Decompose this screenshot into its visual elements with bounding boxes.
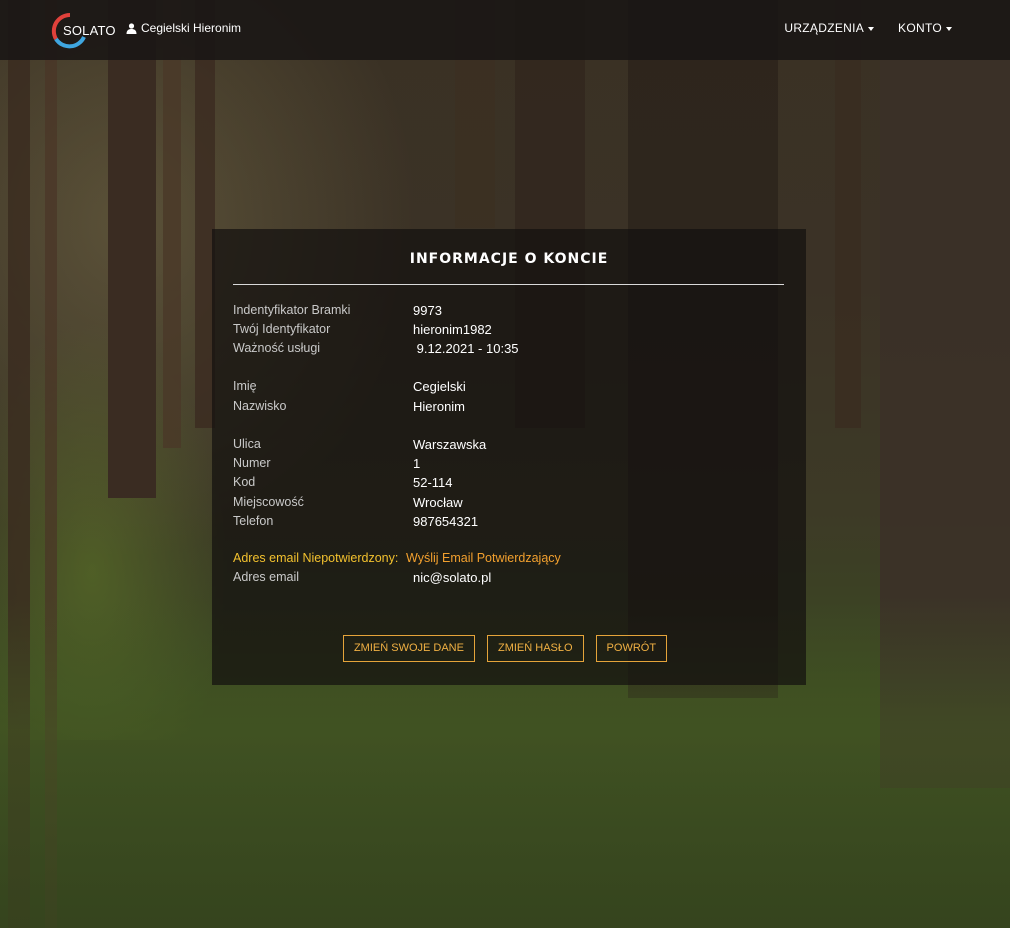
field-number: Numer 1	[233, 456, 784, 474]
field-street: Ulica Warszawska	[233, 437, 784, 455]
nav-item-devices-label: URZĄDZENIA	[784, 21, 865, 35]
field-email: Adres email nic@solato.pl	[233, 570, 784, 588]
field-label: Telefon	[233, 514, 274, 528]
user-menu[interactable]: Cegielski Hieronim	[126, 21, 241, 35]
email-unconfirmed-row: Adres email Niepotwierdzony: Wyślij Emai…	[233, 551, 784, 569]
caret-down-icon	[868, 26, 875, 31]
nav-menu: URZĄDZENIA KONTO	[784, 21, 952, 35]
back-button[interactable]: POWRÓT	[595, 635, 668, 662]
field-value: Wrocław	[413, 495, 463, 510]
tree-trunk	[835, 0, 861, 428]
nav-item-account[interactable]: KONTO	[898, 21, 952, 35]
tree-trunk	[163, 0, 181, 448]
send-confirmation-email-link[interactable]: Wyślij Email Potwierdzający	[406, 551, 561, 565]
field-service-validity: Ważność usługi 9.12.2021 - 10:35	[233, 341, 784, 359]
field-value: 9973	[413, 303, 442, 318]
panel-title: INFORMACJE O KONCIE	[409, 251, 609, 267]
email-unconfirmed-label: Adres email Niepotwierdzony:	[233, 551, 399, 565]
field-city: Miejscowość Wrocław	[233, 495, 784, 513]
field-gateway-id: Indentyfikator Bramki 9973	[233, 303, 784, 321]
field-value: Hieronim	[413, 399, 466, 414]
field-value: Warszawska	[413, 437, 487, 452]
field-label: Imię	[233, 379, 257, 393]
title-divider	[233, 284, 784, 285]
nav-item-devices[interactable]: URZĄDZENIA	[784, 21, 875, 35]
field-first-name: Imię Cegielski	[233, 379, 784, 397]
field-phone: Telefon 987654321	[233, 514, 784, 532]
field-value: 9.12.2021 - 10:35	[413, 341, 519, 356]
field-your-id: Twój Identyfikator hieronim1982	[233, 322, 784, 340]
field-value: nic@solato.pl	[413, 570, 492, 585]
field-value: hieronim1982	[413, 322, 492, 337]
user-icon	[126, 22, 137, 34]
field-last-name: Nazwisko Hieronim	[233, 399, 784, 417]
user-name: Cegielski Hieronim	[141, 21, 242, 35]
tree-trunk	[108, 0, 156, 498]
field-value: Cegielski	[413, 379, 466, 394]
top-navbar: SOLATO Cegielski Hieronim URZĄDZENIA KON…	[0, 0, 1010, 60]
logo-text: SOLATO	[63, 23, 116, 38]
field-label: Twój Identyfikator	[233, 322, 331, 336]
caret-down-icon	[946, 26, 952, 31]
field-label: Miejscowość	[233, 495, 304, 509]
solato-logo[interactable]: SOLATO	[50, 11, 116, 51]
field-label: Ważność usługi	[233, 341, 321, 355]
field-label: Adres email	[233, 570, 299, 584]
field-label: Ulica	[233, 437, 261, 451]
field-label: Indentyfikator Bramki	[233, 303, 351, 317]
field-label: Nazwisko	[233, 399, 287, 413]
edit-data-button[interactable]: ZMIEŃ SWOJE DANE	[342, 635, 475, 662]
field-value: 987654321	[413, 514, 479, 529]
field-postal-code: Kod 52-114	[233, 475, 784, 493]
account-info-panel: INFORMACJE O KONCIE Indentyfikator Bramk…	[212, 229, 806, 685]
nav-item-account-label: KONTO	[898, 21, 942, 35]
field-label: Kod	[233, 475, 256, 489]
field-value: 52-114	[413, 475, 453, 490]
action-buttons: ZMIEŃ SWOJE DANE ZMIEŃ HASŁO POWRÓT	[212, 635, 806, 662]
field-value: 1	[413, 456, 421, 471]
change-password-button[interactable]: ZMIEŃ HASŁO	[486, 635, 584, 662]
field-label: Numer	[233, 456, 271, 470]
